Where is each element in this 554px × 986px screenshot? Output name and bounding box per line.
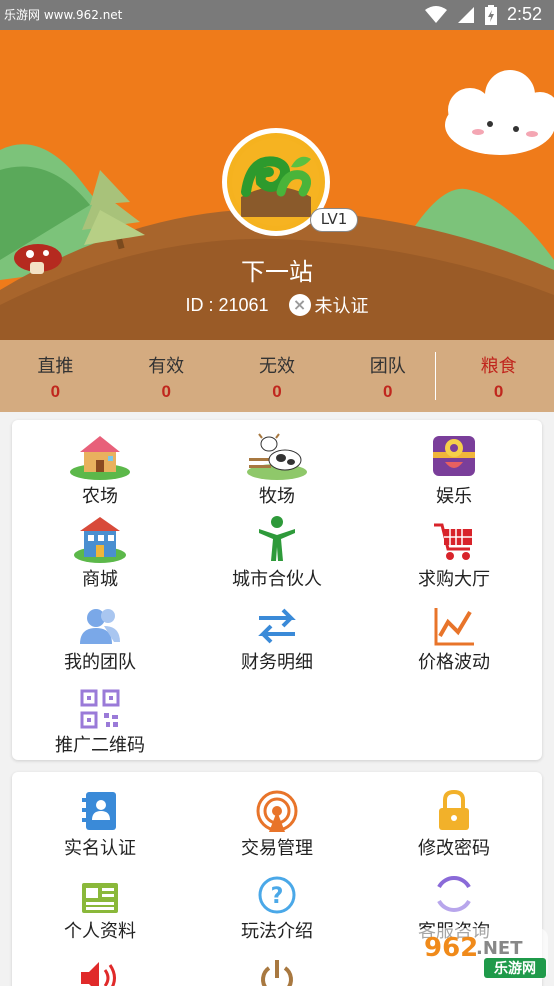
- svg-text:?: ?: [271, 884, 284, 909]
- status-source-text: 乐游网 www.962.net: [4, 8, 123, 22]
- stat-grain[interactable]: 粮食 0: [443, 340, 554, 412]
- profile-header: LV1 下一站 ID : 21061 × 未认证: [0, 30, 554, 340]
- speaker-icon: [70, 948, 130, 986]
- menu-item-label: 财务明细: [241, 652, 313, 673]
- username: 下一站: [241, 258, 313, 286]
- person-icon: [247, 513, 307, 563]
- menu-item-entertainment[interactable]: 娱乐: [366, 430, 542, 508]
- wifi-icon: [424, 5, 447, 24]
- menu-item-label: 玩法介绍: [241, 921, 313, 942]
- menu-item-label: 推广二维码: [55, 735, 145, 756]
- team-icon: [70, 596, 130, 646]
- menu-item-label: 求购大厅: [418, 569, 490, 590]
- support-ring-icon: [424, 865, 484, 915]
- menu-item-trade-management[interactable]: 交易管理: [189, 782, 365, 860]
- watermark-logo-icon: 962 .NET 乐游网: [416, 928, 548, 980]
- menu-item-my-team[interactable]: 我的团队: [12, 596, 188, 674]
- stat-value: 0: [383, 382, 393, 401]
- stat-valid[interactable]: 有效 0: [111, 340, 222, 412]
- cow-ranch-icon: [247, 430, 307, 480]
- stats-bar: 直推 0 有效 0 无效 0 团队 0 粮食 0: [0, 340, 554, 412]
- certification-status[interactable]: × 未认证: [288, 292, 369, 318]
- watermark-tld: .NET: [476, 938, 523, 959]
- treasure-chest-icon: [424, 430, 484, 480]
- level-badge: LV1: [310, 208, 358, 232]
- qr-code-icon: [70, 679, 130, 729]
- menu-item-label: 实名认证: [64, 838, 136, 859]
- menu-item-label: 商城: [82, 569, 118, 590]
- menu-item-label: 我的团队: [64, 652, 136, 673]
- logo-icon: [232, 138, 320, 226]
- line-chart-icon: [424, 596, 484, 646]
- menu-item-promo-qrcode[interactable]: 推广二维码: [12, 679, 188, 757]
- battery-icon: [484, 4, 497, 25]
- watermark-cn: 乐游网: [494, 960, 536, 977]
- menu-item-label: 个人资料: [64, 921, 136, 942]
- menu-item-finance[interactable]: 财务明细: [189, 596, 365, 674]
- menu-item-farm[interactable]: 农场: [12, 430, 188, 508]
- menu-item-purchase-hall[interactable]: 求购大厅: [366, 513, 542, 591]
- lock-icon: [424, 782, 484, 832]
- user-meta: ID : 21061 × 未认证: [0, 292, 554, 318]
- contact-book-icon: [70, 782, 130, 832]
- menu-item-ranch[interactable]: 牧场: [189, 430, 365, 508]
- broadcast-icon: [247, 782, 307, 832]
- menu-item-label: 娱乐: [436, 486, 472, 507]
- stat-invalid[interactable]: 无效 0: [222, 340, 333, 412]
- menu-item-label: 牧场: [259, 486, 295, 507]
- stat-label: 有效: [148, 356, 185, 377]
- menu-item-label: 农场: [82, 486, 118, 507]
- stat-label: 直推: [37, 356, 74, 377]
- status-bar: 乐游网 www.962.net 2:52: [0, 0, 554, 30]
- menu-item-shop[interactable]: 商城: [12, 513, 188, 591]
- user-id: ID : 21061: [185, 294, 269, 315]
- stat-value: 0: [493, 382, 504, 401]
- menu-item-personal-info[interactable]: 个人资料: [12, 865, 188, 943]
- feature-menu-card: 农场 牧场 娱乐 商城 城市合伙人 求购大厅 我的团队 财务明细 价格波动 推广…: [12, 420, 542, 760]
- menu-item-label: 修改密码: [418, 838, 490, 859]
- close-circle-icon: ×: [288, 294, 311, 316]
- stat-value: 0: [50, 382, 61, 401]
- menu-item-city-partner[interactable]: 城市合伙人: [189, 513, 365, 591]
- stat-label: 粮食: [480, 356, 517, 377]
- menu-item-change-password[interactable]: 修改密码: [366, 782, 542, 860]
- status-icons: 2:52: [424, 4, 542, 25]
- menu-item-price-trend[interactable]: 价格波动: [366, 596, 542, 674]
- shop-building-icon: [70, 513, 130, 563]
- stat-label: 无效: [258, 356, 295, 377]
- menu-item-logout[interactable]: [189, 948, 365, 986]
- stat-direct[interactable]: 直推 0: [0, 340, 111, 412]
- signal-icon: [457, 6, 475, 24]
- menu-item-real-name-auth[interactable]: 实名认证: [12, 782, 188, 860]
- power-icon: [247, 948, 307, 986]
- farm-house-icon: [70, 430, 130, 480]
- stat-label: 团队: [369, 356, 406, 377]
- newspaper-icon: [70, 865, 130, 915]
- status-time: 2:52: [506, 4, 542, 24]
- menu-item-label: 价格波动: [418, 652, 490, 673]
- transfer-arrows-icon: [247, 596, 307, 646]
- stat-value: 0: [272, 382, 282, 401]
- cart-icon: [424, 513, 484, 563]
- site-watermark: 962 .NET 乐游网: [414, 926, 550, 982]
- menu-item-gameplay-intro[interactable]: ? 玩法介绍: [189, 865, 365, 943]
- watermark-number: 962: [424, 933, 478, 963]
- stat-team[interactable]: 团队 0: [332, 340, 443, 412]
- certification-label: 未认证: [314, 296, 369, 317]
- menu-item-notice[interactable]: [12, 948, 188, 986]
- help-icon: ?: [247, 865, 307, 915]
- stats-divider: [435, 352, 436, 400]
- stat-value: 0: [161, 382, 171, 401]
- menu-item-label: 交易管理: [241, 838, 313, 859]
- cloud-icon: [445, 70, 554, 155]
- menu-item-label: 城市合伙人: [232, 569, 322, 590]
